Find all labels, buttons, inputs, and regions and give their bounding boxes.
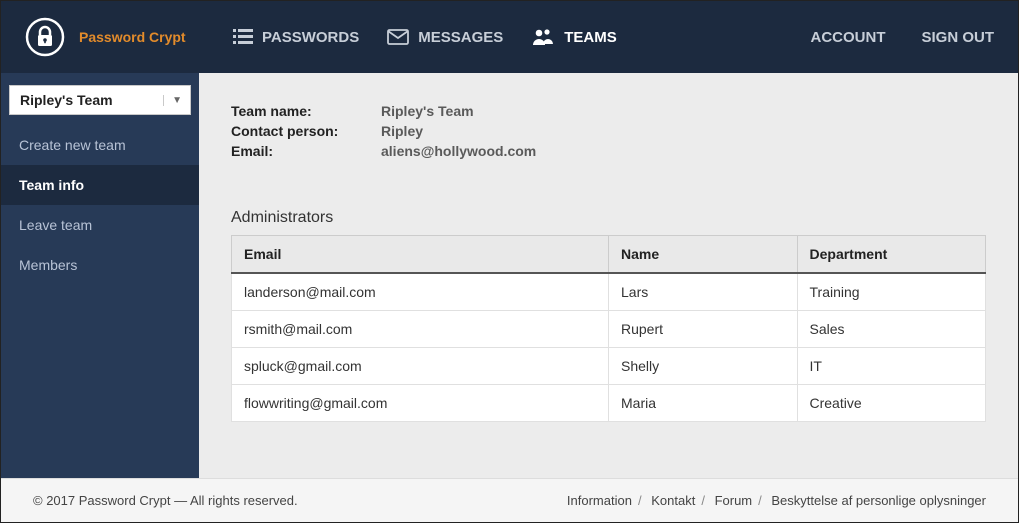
brand-title: Password Crypt bbox=[79, 29, 186, 45]
th-dept: Department bbox=[797, 236, 986, 274]
nav-passwords[interactable]: PASSWORDS bbox=[233, 28, 359, 46]
th-email: Email bbox=[232, 236, 609, 274]
team-icon bbox=[531, 27, 555, 47]
footer-link-forum[interactable]: Forum bbox=[715, 493, 753, 508]
cell-email: spluck@gmail.com bbox=[232, 348, 609, 385]
footer-link-kontakt[interactable]: Kontakt bbox=[651, 493, 695, 508]
sidebar-item-create-team[interactable]: Create new team bbox=[1, 125, 199, 165]
cell-email: landerson@mail.com bbox=[232, 273, 609, 311]
table-row: spluck@gmail.com Shelly IT bbox=[232, 348, 986, 385]
nav-teams[interactable]: TEAMS bbox=[531, 27, 617, 47]
nav-messages[interactable]: MESSAGES bbox=[387, 29, 503, 46]
cell-dept: Training bbox=[797, 273, 986, 311]
footer: © 2017 Password Crypt — All rights reser… bbox=[1, 478, 1018, 522]
admins-table: Email Name Department landerson@mail.com… bbox=[231, 235, 986, 422]
value-email: aliens@hollywood.com bbox=[381, 143, 986, 159]
envelope-icon bbox=[387, 29, 409, 45]
team-info-block: Team name: Ripley's Team Contact person:… bbox=[231, 103, 986, 159]
lock-logo-icon bbox=[25, 17, 65, 57]
sidebar: Ripley's Team ▼ Create new team Team inf… bbox=[1, 73, 199, 478]
table-row: landerson@mail.com Lars Training bbox=[232, 273, 986, 311]
sidebar-item-leave-team[interactable]: Leave team bbox=[1, 205, 199, 245]
nav-teams-label: TEAMS bbox=[564, 29, 617, 46]
chevron-down-icon: ▼ bbox=[163, 95, 182, 106]
header: Password Crypt PASSWORDS bbox=[1, 1, 1018, 73]
table-row: flowwriting@gmail.com Maria Creative bbox=[232, 385, 986, 422]
sidebar-item-team-info[interactable]: Team info bbox=[1, 165, 199, 205]
label-contact: Contact person: bbox=[231, 123, 381, 139]
team-select-value: Ripley's Team bbox=[20, 92, 113, 108]
sign-out-link[interactable]: SIGN OUT bbox=[921, 29, 994, 46]
value-team-name: Ripley's Team bbox=[381, 103, 986, 119]
cell-dept: IT bbox=[797, 348, 986, 385]
cell-email: rsmith@mail.com bbox=[232, 311, 609, 348]
th-name: Name bbox=[609, 236, 798, 274]
nav-passwords-label: PASSWORDS bbox=[262, 29, 359, 46]
admins-title: Administrators bbox=[231, 209, 986, 227]
main-content: Team name: Ripley's Team Contact person:… bbox=[199, 73, 1018, 478]
footer-copyright: © 2017 Password Crypt — All rights reser… bbox=[33, 493, 298, 508]
nav-tabs: PASSWORDS MESSAGES bbox=[233, 27, 810, 47]
cell-dept: Creative bbox=[797, 385, 986, 422]
cell-name: Lars bbox=[609, 273, 798, 311]
footer-link-privacy[interactable]: Beskyttelse af personlige oplysninger bbox=[771, 493, 986, 508]
footer-link-information[interactable]: Information bbox=[567, 493, 632, 508]
cell-dept: Sales bbox=[797, 311, 986, 348]
account-link[interactable]: ACCOUNT bbox=[810, 29, 885, 46]
cell-name: Rupert bbox=[609, 311, 798, 348]
label-email: Email: bbox=[231, 143, 381, 159]
account-links: ACCOUNT SIGN OUT bbox=[810, 29, 994, 46]
list-icon bbox=[233, 28, 253, 46]
team-select[interactable]: Ripley's Team ▼ bbox=[9, 85, 191, 115]
cell-email: flowwriting@gmail.com bbox=[232, 385, 609, 422]
footer-links: Information/ Kontakt/ Forum/ Beskyttelse… bbox=[567, 493, 986, 508]
value-contact: Ripley bbox=[381, 123, 986, 139]
sidebar-item-members[interactable]: Members bbox=[1, 245, 199, 285]
table-header-row: Email Name Department bbox=[232, 236, 986, 274]
table-row: rsmith@mail.com Rupert Sales bbox=[232, 311, 986, 348]
brand: Password Crypt bbox=[25, 17, 225, 57]
nav-messages-label: MESSAGES bbox=[418, 29, 503, 46]
label-team-name: Team name: bbox=[231, 103, 381, 119]
cell-name: Shelly bbox=[609, 348, 798, 385]
cell-name: Maria bbox=[609, 385, 798, 422]
